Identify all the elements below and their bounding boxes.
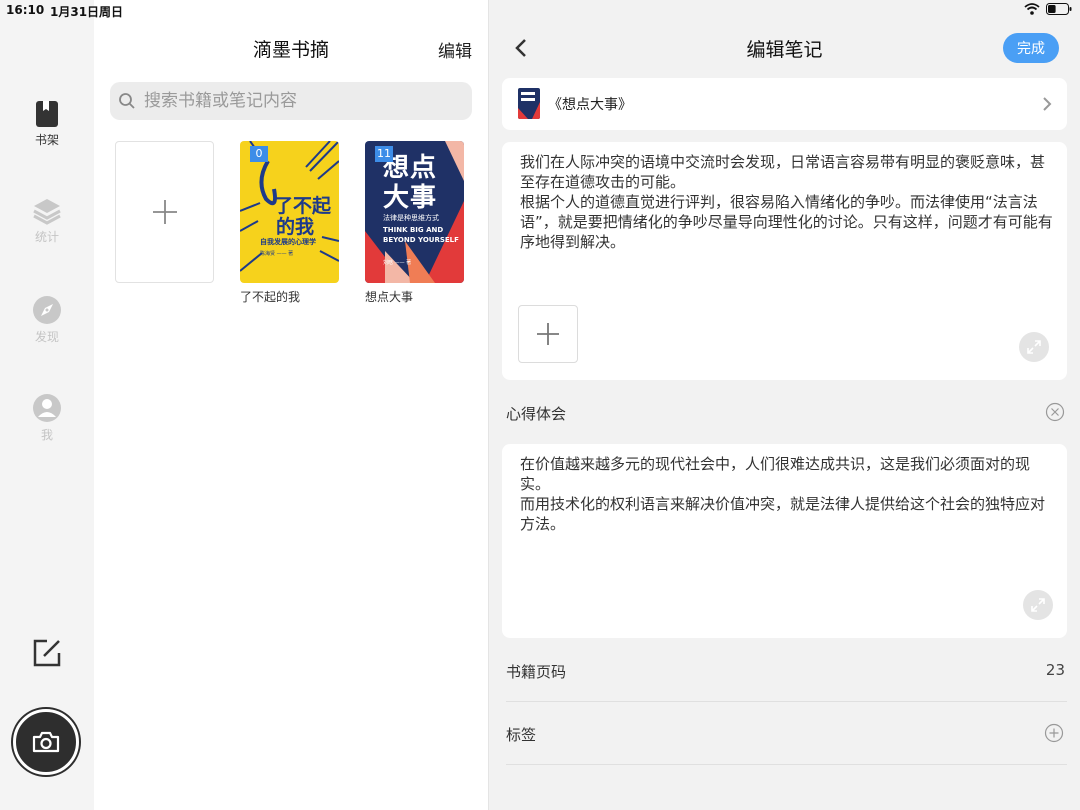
expand-icon xyxy=(1031,598,1045,612)
note-editor-panel: 编辑笔记 完成 《想点大事》 我们在人际冲突的语境中交流时会发现，日常语言容易带… xyxy=(489,0,1080,810)
nav-label-stats: 统计 xyxy=(34,230,59,244)
cover-title-line2: 大事 xyxy=(383,183,438,213)
chevron-right-icon xyxy=(1043,97,1052,111)
battery-icon xyxy=(1046,3,1072,15)
expand-reflection-button[interactable] xyxy=(1023,590,1053,620)
close-circle-icon xyxy=(1045,402,1065,422)
nav-item-stats[interactable]: 统计 xyxy=(0,197,94,245)
search-icon xyxy=(119,93,135,109)
book-item[interactable]: 了不起 的我 自我发展的心理学 陈海贤 —— 著 0 了不起的我 xyxy=(240,141,339,305)
cover-en-line1: THINK BIG AND xyxy=(383,226,444,234)
cover-en-line2: BEYOND YOURSELF xyxy=(383,236,459,244)
clear-reflection-button[interactable] xyxy=(1045,402,1065,422)
compose-icon xyxy=(33,639,61,667)
library-panel: 滴墨书摘 编辑 了不起 的我 自我发展的心理学 陈海贤 —— xyxy=(94,0,488,810)
cover-subtitle: 法律是种思维方式 xyxy=(383,214,439,222)
nav-label-profile: 我 xyxy=(40,428,53,442)
reflection-card: 在价值越来越多元的现代社会中，人们很难达成共识，这是我们必须面对的现实。 而用技… xyxy=(502,444,1067,638)
plus-icon xyxy=(537,323,559,345)
person-icon xyxy=(33,394,61,422)
library-edit-button[interactable]: 编辑 xyxy=(438,37,472,62)
editor-title: 编辑笔记 xyxy=(746,39,823,61)
expand-icon xyxy=(1027,340,1041,354)
book-title: 想点大事 xyxy=(365,290,414,304)
cover-author: 陈海贤 —— 著 xyxy=(260,251,294,257)
row-divider xyxy=(506,764,1067,765)
nav-item-bookshelf[interactable]: 书架 xyxy=(0,100,94,148)
nav-label-bookshelf: 书架 xyxy=(34,133,59,147)
book-cover: 想点 大事 法律是种思维方式 THINK BIG AND BEYOND YOUR… xyxy=(365,141,464,283)
tags-label: 标签 xyxy=(506,726,537,744)
status-date: 1月31日周日 xyxy=(50,5,124,19)
library-title: 滴墨书摘 xyxy=(252,39,329,61)
row-divider xyxy=(506,701,1067,702)
book-ref-title: 《想点大事》 xyxy=(548,97,632,113)
compose-button[interactable] xyxy=(30,636,64,670)
compass-icon xyxy=(33,296,61,324)
search-input[interactable] xyxy=(142,90,462,112)
nav-item-profile[interactable]: 我 xyxy=(0,393,94,443)
note-count-badge: 0 xyxy=(250,146,268,162)
cover-author: 刘晗 —— 著 xyxy=(383,260,412,266)
camera-icon xyxy=(32,731,60,753)
add-image-button[interactable] xyxy=(518,305,578,363)
cover-subtitle: 自我发展的心理学 xyxy=(260,238,316,246)
book-title: 了不起的我 xyxy=(240,290,301,304)
nav-rail: 书架 统计 发现 我 xyxy=(0,0,94,810)
plus-circle-icon xyxy=(1044,723,1064,743)
reflection-text[interactable]: 在价值越来越多元的现代社会中，人们很难达成共识，这是我们必须面对的现实。 而用技… xyxy=(520,454,1053,534)
nav-item-discover[interactable]: 发现 xyxy=(0,295,94,345)
status-indicators xyxy=(1024,3,1072,15)
status-bar: 16:10 1月31日周日 xyxy=(0,0,1080,20)
book-reference-row[interactable]: 《想点大事》 xyxy=(502,78,1067,130)
plus-icon xyxy=(152,200,177,224)
page-number-label: 书籍页码 xyxy=(506,663,567,681)
note-count-badge: 11 xyxy=(375,146,393,162)
page-number-value[interactable]: 23 xyxy=(1046,661,1065,679)
reflection-label: 心得体会 xyxy=(506,405,567,423)
book-item[interactable]: 想点 大事 法律是种思维方式 THINK BIG AND BEYOND YOUR… xyxy=(365,141,464,305)
book-ref-thumbnail xyxy=(518,88,540,119)
excerpt-text[interactable]: 我们在人际冲突的语境中交流时会发现，日常语言容易带有明显的褒贬意味，甚至存在道德… xyxy=(520,152,1053,252)
done-button[interactable]: 完成 xyxy=(1003,33,1059,63)
layers-icon xyxy=(33,199,61,225)
book-cover: 了不起 的我 自我发展的心理学 陈海贤 —— 著 0 xyxy=(240,141,339,283)
status-time: 16:10 xyxy=(6,3,45,17)
add-tag-button[interactable] xyxy=(1044,723,1064,743)
search-bar xyxy=(110,82,472,120)
excerpt-card: 我们在人际冲突的语境中交流时会发现，日常语言容易带有明显的褒贬意味，甚至存在道德… xyxy=(502,142,1067,380)
bookshelf-icon xyxy=(36,101,58,127)
nav-label-discover: 发现 xyxy=(34,330,59,344)
expand-excerpt-button[interactable] xyxy=(1019,332,1049,362)
cover-title-line2: 的我 xyxy=(276,216,315,238)
add-book-button[interactable] xyxy=(115,141,214,283)
wifi-icon xyxy=(1024,3,1040,15)
camera-button[interactable] xyxy=(13,709,79,775)
